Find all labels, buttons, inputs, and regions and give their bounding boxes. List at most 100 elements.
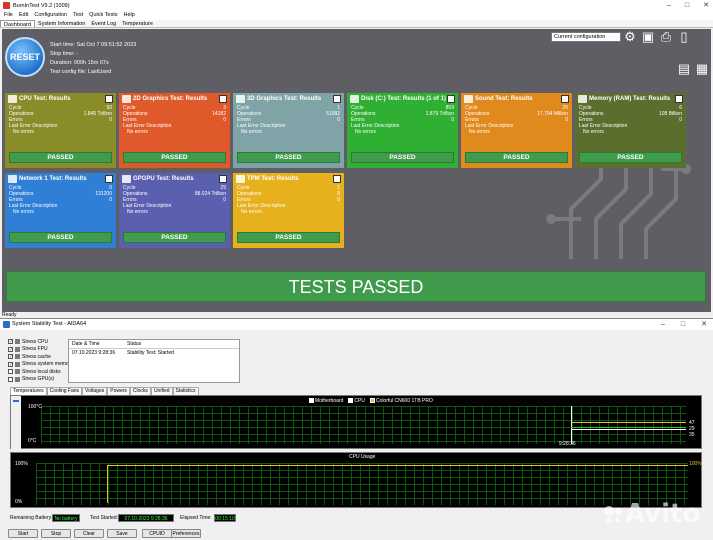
subtab-clocks[interactable]: Clocks: [129, 387, 151, 395]
card-last-error: Last Error Description: [9, 123, 58, 129]
card-passed: PASSED: [237, 152, 340, 163]
popout-icon[interactable]: [333, 175, 341, 183]
hardware-icon: [15, 369, 20, 374]
popout-icon[interactable]: [105, 175, 113, 183]
temp-start-time: 9:28:36: [559, 441, 576, 447]
aida-close-button[interactable]: ✕: [701, 319, 707, 330]
tab-system-information[interactable]: System Information: [35, 20, 88, 27]
clipboard-icon[interactable]: ▯: [677, 29, 691, 45]
card-last-error: Last Error Description: [579, 123, 628, 129]
list-view-icon[interactable]: ▦: [695, 61, 709, 77]
test-card-4: Sound Test: Results Cycle 25 Operations 17.7…: [461, 93, 572, 168]
stress-label: Stress GPU(s): [22, 376, 55, 382]
subtab-temperatures[interactable]: Temperatures: [10, 387, 47, 395]
checkbox[interactable]: ✓: [8, 354, 13, 360]
tab-temperature[interactable]: Temperature: [119, 20, 156, 27]
start-button[interactable]: Start: [8, 529, 38, 538]
checkbox[interactable]: ✓: [8, 339, 13, 345]
subtab-powers[interactable]: Powers: [107, 387, 130, 395]
save-icon[interactable]: ▣: [641, 29, 655, 45]
config-select[interactable]: Current configuration: [551, 32, 621, 42]
card-last-error: Last Error Description: [351, 123, 400, 129]
test-card-8: TPM Test: Results Cycle 1 Operations 8 Errors…: [233, 173, 344, 248]
aida-titlebar: System Stability Test - AIDA64 – □ ✕: [0, 319, 713, 330]
stop-button[interactable]: Stop: [41, 529, 71, 538]
minimize-button[interactable]: –: [667, 0, 671, 11]
menu-quick-tests[interactable]: Quick Tests: [89, 11, 117, 20]
card-no-errors: No errors: [13, 209, 34, 215]
cpu-right-val: 100%: [689, 461, 702, 467]
disk-icon: [350, 95, 359, 103]
tests-passed-banner: TESTS PASSED: [6, 271, 706, 302]
battery-label: Remaining Battery:: [10, 515, 53, 521]
popout-icon[interactable]: [219, 175, 227, 183]
temp-y-bottom: 0°C: [28, 438, 37, 444]
tpm-icon: [236, 175, 245, 183]
card-passed: PASSED: [9, 232, 112, 243]
popout-icon[interactable]: [447, 95, 455, 103]
checkbox-icon: [348, 398, 354, 404]
network-icon: [8, 175, 17, 183]
grid-view-icon[interactable]: ▤: [677, 61, 691, 77]
checkbox[interactable]: [8, 376, 13, 382]
save-button[interactable]: Save: [107, 529, 137, 538]
maximize-button[interactable]: □: [685, 0, 689, 11]
reset-button[interactable]: RESET: [5, 37, 45, 77]
stress-label: Stress cache: [22, 353, 51, 360]
gear-icon[interactable]: ⚙: [623, 29, 637, 45]
card-no-errors: No errors: [241, 129, 262, 135]
card-header: Sound Test: Results: [461, 93, 572, 105]
stress-option-5[interactable]: Stress GPU(s): [8, 376, 54, 383]
tab-dashboard[interactable]: Dashboard: [0, 20, 35, 28]
legend-ssd[interactable]: Colorful CN600 1TB PRO: [369, 398, 433, 404]
burnintest-window: BurnInTest V9.2 (1009) – □ ✕ File Edit C…: [0, 0, 713, 318]
card-no-errors: No errors: [241, 209, 262, 215]
menu-edit[interactable]: Edit: [19, 11, 28, 20]
legend-cpu[interactable]: CPU: [348, 398, 365, 404]
checkbox[interactable]: [8, 369, 13, 374]
aida-minimize-button[interactable]: –: [661, 319, 665, 330]
menu-test[interactable]: Test: [73, 11, 83, 20]
menu-help[interactable]: Help: [124, 11, 135, 20]
stress-option-0[interactable]: ✓ Stress CPU: [8, 338, 48, 345]
preferences-button[interactable]: Preferences: [171, 529, 201, 538]
popout-icon[interactable]: [561, 95, 569, 103]
close-button[interactable]: ✕: [703, 0, 709, 11]
card-header: 2D Graphics Test: Results: [119, 93, 230, 105]
cpuid-button[interactable]: CPUID: [142, 529, 172, 538]
clear-button[interactable]: Clear: [74, 529, 104, 538]
card-no-errors: No errors: [127, 129, 148, 135]
subtab-statistics[interactable]: Statistics: [172, 387, 199, 395]
bit-titlebar: BurnInTest V9.2 (1009) – □ ✕: [0, 0, 713, 11]
menu-configuration[interactable]: Configuration: [34, 11, 67, 20]
aida-maximize-button[interactable]: □: [681, 319, 685, 330]
stress-label: Stress local disks: [22, 368, 61, 375]
popout-icon[interactable]: [675, 95, 683, 103]
card-no-errors: No errors: [127, 209, 148, 215]
popout-icon[interactable]: [105, 95, 113, 103]
card-no-errors: No errors: [13, 129, 34, 135]
menu-file[interactable]: File: [4, 11, 13, 20]
card-last-error: Last Error Description: [9, 203, 58, 209]
card-header: Disk (C:) Test: Results (1 of 1): [347, 93, 458, 105]
legend-motherboard[interactable]: Motherboard: [309, 398, 343, 404]
tab-event-log[interactable]: Event Log: [88, 20, 119, 27]
checkbox[interactable]: ✓: [8, 346, 13, 352]
subtab-voltages[interactable]: Voltages: [82, 387, 108, 395]
card-title: GPGPU Test: Results: [133, 176, 194, 182]
stress-option-1[interactable]: ✓ Stress FPU: [8, 346, 48, 353]
print-icon[interactable]: ⎙: [659, 29, 673, 45]
stress-option-2[interactable]: ✓ Stress cache: [8, 353, 51, 360]
card-last-error: Last Error Description: [237, 123, 286, 129]
stress-label: Stress CPU: [22, 338, 49, 345]
3d-graphics-icon: [236, 95, 245, 103]
stress-option-3[interactable]: ✓ Stress system memory: [8, 361, 73, 368]
card-no-errors: No errors: [469, 129, 490, 135]
bit-title: BurnInTest V9.2 (1009): [13, 2, 70, 9]
stress-option-4[interactable]: Stress local disks: [8, 368, 61, 375]
checkbox[interactable]: ✓: [8, 361, 13, 367]
subtab-unified[interactable]: Unified: [150, 387, 173, 395]
subtab-cooling-fans[interactable]: Cooling Fans: [46, 387, 83, 395]
popout-icon[interactable]: [333, 95, 341, 103]
popout-icon[interactable]: [219, 95, 227, 103]
